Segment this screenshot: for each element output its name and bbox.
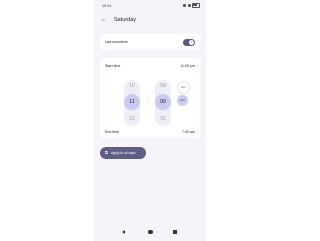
start-time-label: Start time [105, 64, 121, 68]
time-separator: : [147, 99, 149, 105]
status-time: 10:01 [102, 4, 112, 8]
battery-icon [192, 3, 200, 8]
app-bar: ← Saturday [94, 13, 206, 27]
minute-next[interactable]: 01 [155, 116, 171, 122]
status-bar: 10:01 [94, 3, 206, 11]
page-title: Saturday [114, 17, 137, 23]
time-card: Start time 11:00 pm 10 11 12 : 59 00 01 … [100, 58, 200, 138]
nav-home-icon[interactable] [148, 229, 153, 235]
copy-icon: ⧉ [105, 150, 108, 155]
minute-picker[interactable]: 59 00 01 [155, 80, 171, 126]
end-time-label: End time [105, 130, 120, 134]
end-time-value[interactable]: 7:00 am [182, 130, 195, 134]
back-arrow-icon[interactable]: ← [100, 16, 108, 24]
apply-button-label: Apply to all days [111, 151, 136, 155]
nav-back-icon[interactable] [122, 230, 125, 234]
hour-picker[interactable]: 10 11 12 [124, 80, 140, 126]
wifi-icon [187, 4, 191, 7]
apply-to-all-days-button[interactable]: ⧉ Apply to all days [100, 147, 146, 159]
start-time-value[interactable]: 11:00 pm [180, 64, 195, 68]
phone-screen: 10:01 ← Saturday Use downtime ✓ Start ti… [94, 0, 206, 241]
status-icons [183, 3, 200, 8]
hour-selected[interactable]: 11 [124, 94, 140, 110]
check-icon: ✓ [190, 40, 194, 44]
signal-icon [183, 4, 186, 7]
downtime-switch[interactable]: ✓ [183, 38, 195, 46]
downtime-label: Use downtime [105, 40, 128, 44]
minute-selected[interactable]: 00 [155, 94, 171, 110]
hour-next[interactable]: 12 [124, 116, 140, 122]
am-option[interactable]: am [177, 81, 190, 94]
downtime-toggle-row[interactable]: Use downtime ✓ [100, 34, 200, 50]
pm-option[interactable]: pm [177, 95, 188, 106]
nav-recents-icon[interactable] [173, 230, 177, 234]
hour-prev[interactable]: 10 [124, 83, 140, 89]
minute-prev[interactable]: 59 [155, 83, 171, 89]
system-nav-bar [94, 228, 206, 238]
